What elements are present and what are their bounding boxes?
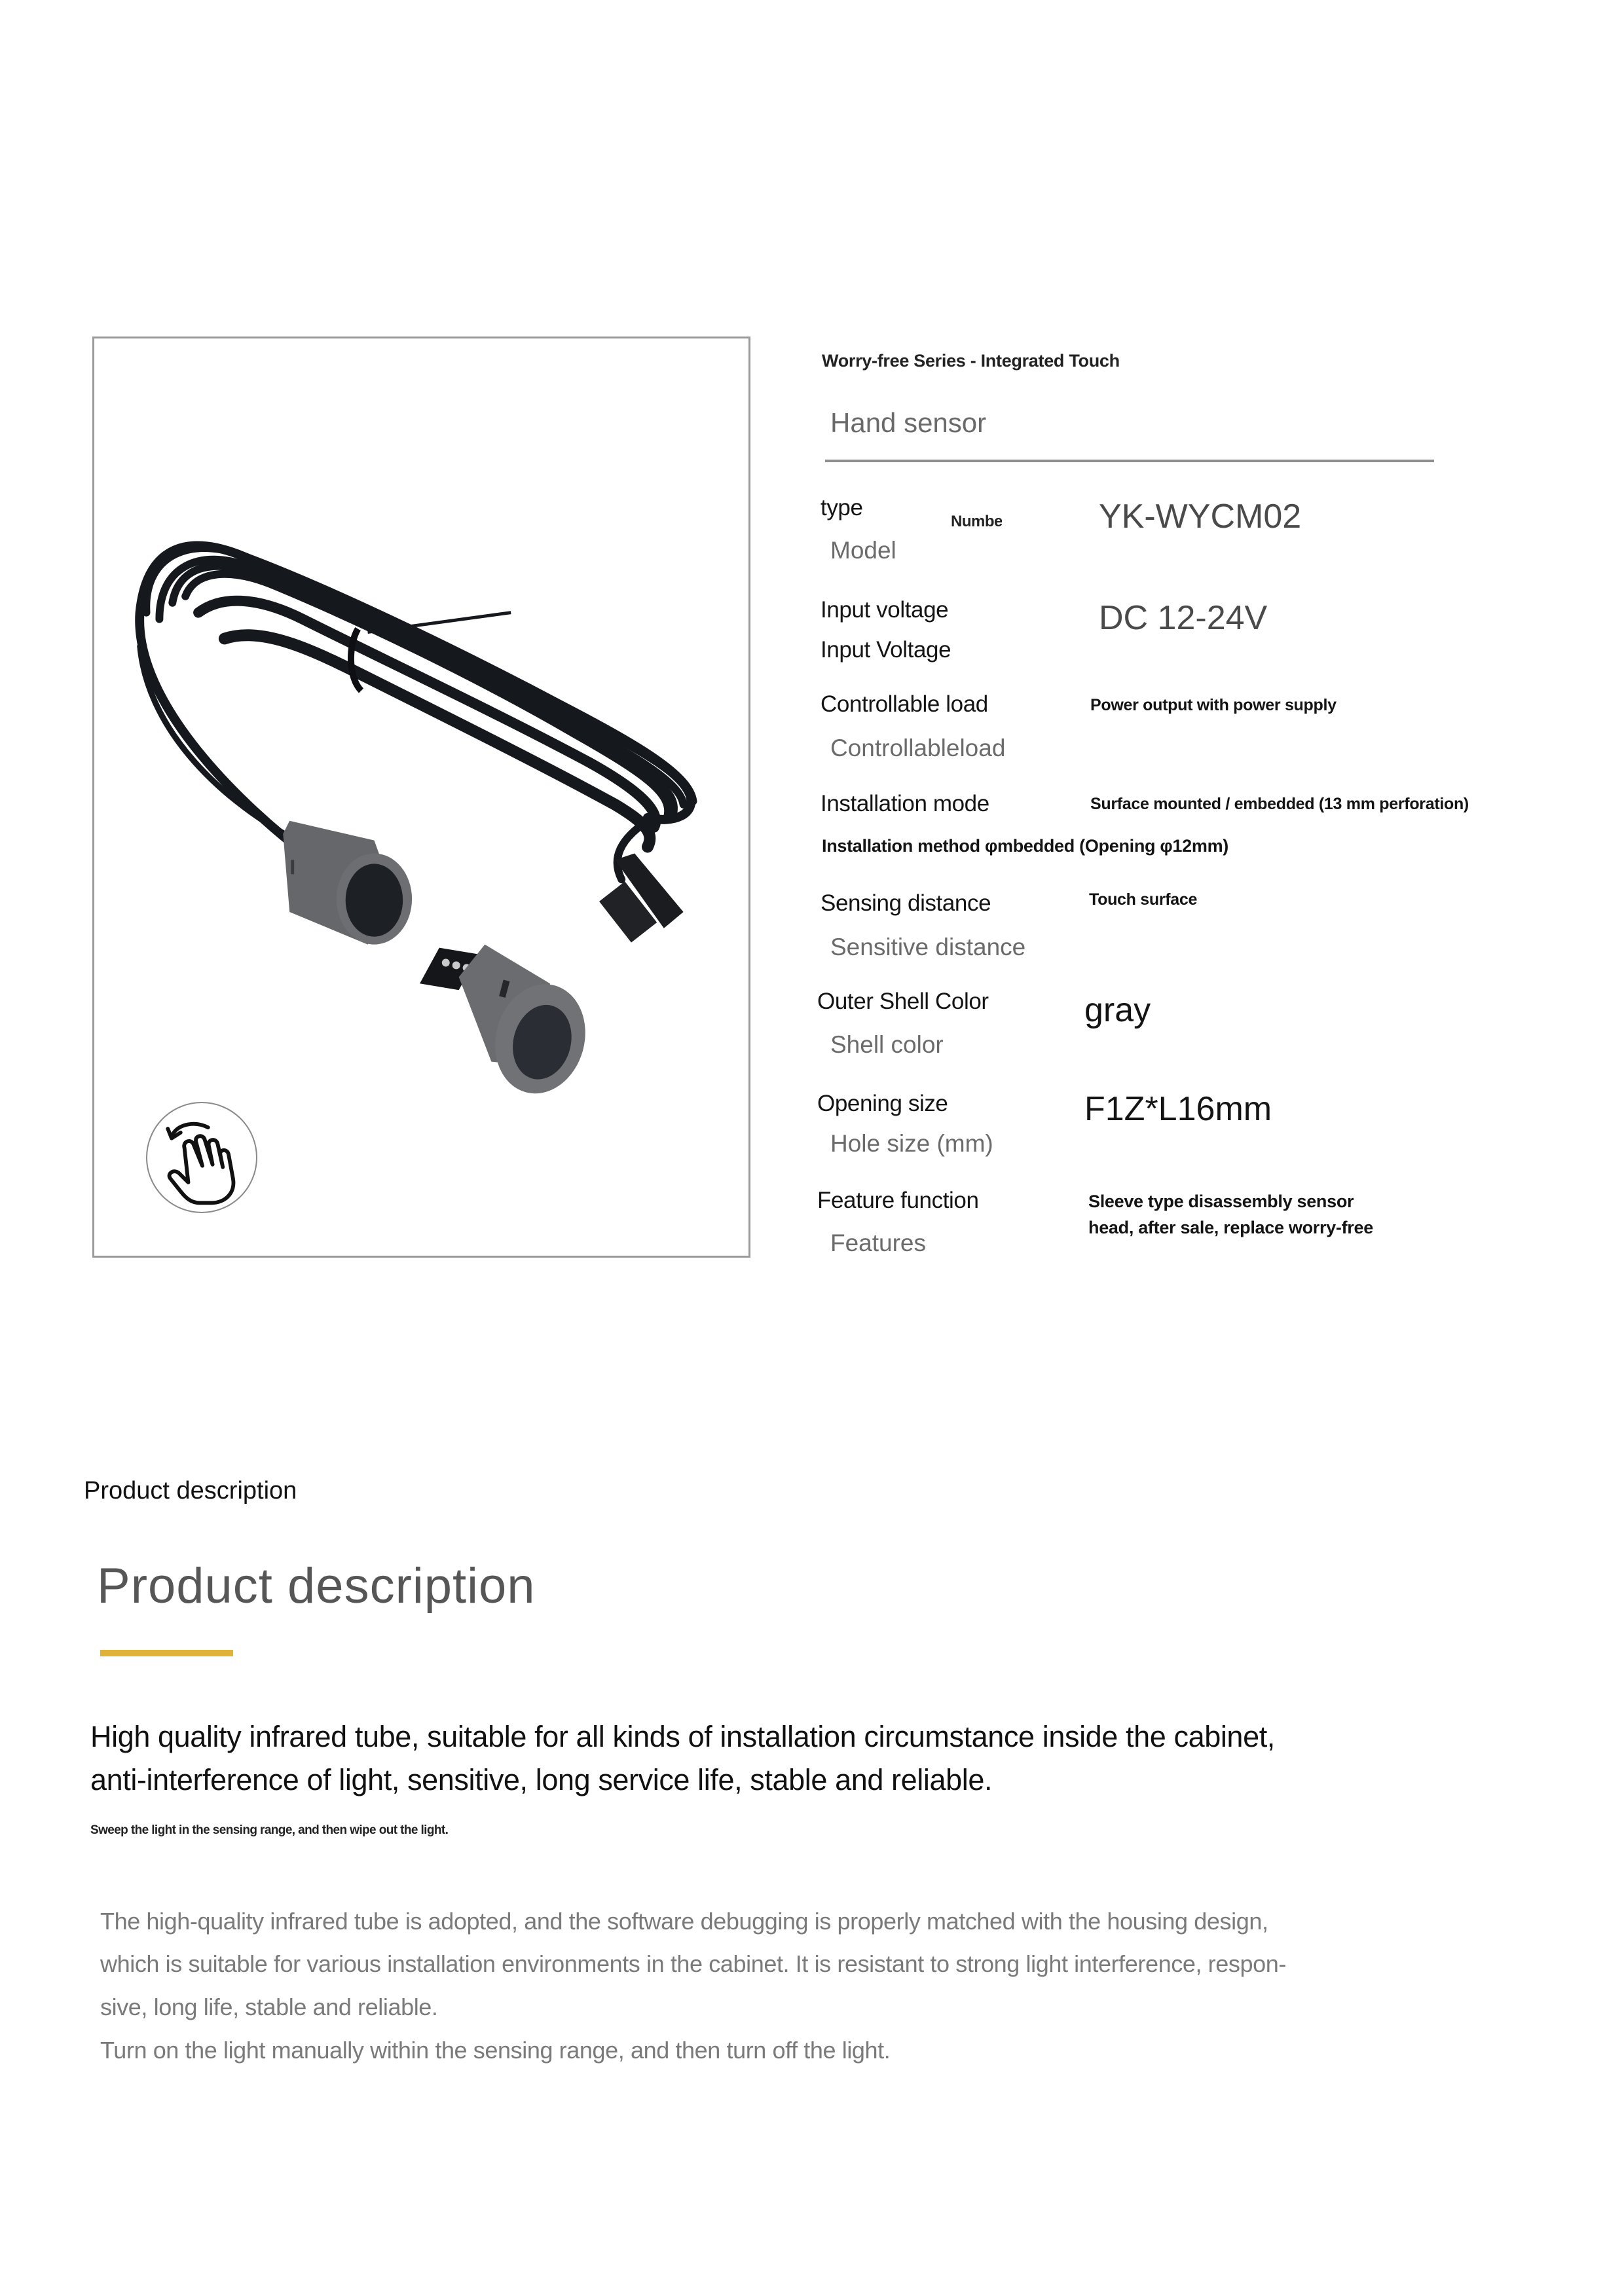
product-name: Hand sensor — [830, 407, 987, 438]
sensor-sleeve — [283, 820, 413, 945]
cable-coil — [135, 541, 697, 884]
spec-tag-number: Numbe — [951, 514, 1002, 530]
spec-value-features-line-2: head, after sale, replace worry-free — [1088, 1218, 1373, 1237]
spec-sublabel-features: Features — [830, 1230, 927, 1256]
spec-label-sensing-distance: Sensing distance — [821, 890, 991, 916]
spec-value-sensing-distance: Touch surface — [1089, 890, 1198, 909]
spec-label-controllable-load: Controllable load — [821, 691, 988, 717]
spec-label-installation-mode: Installation mode — [821, 791, 989, 816]
caption: Sweep the light in the sensing range, an… — [90, 1823, 449, 1837]
spec-label-opening-size: Opening size — [817, 1091, 948, 1116]
product-image-frame — [92, 337, 750, 1258]
spec-label-outer-shell-color: Outer Shell Color — [817, 989, 989, 1014]
spec-value-installation-mode: Surface mounted / embedded (13 mm perfor… — [1090, 795, 1469, 813]
spec-sublabel-installation-method: Installation method φmbedded (Opening φ1… — [822, 836, 1228, 856]
gesture-badge — [146, 1102, 257, 1213]
section-title: Product description — [97, 1558, 536, 1614]
connector-plug — [599, 853, 684, 943]
headline-line-1: High quality infrared tube, suitable for… — [90, 1720, 1275, 1753]
sensor-lead — [137, 645, 298, 843]
spec-value-opening-size: F1Z*L16mm — [1084, 1090, 1272, 1128]
spec-value-input-voltage: DC 12-24V — [1099, 599, 1268, 637]
body-line-3: sive, long life, stable and reliable. — [100, 1994, 438, 2020]
spec-sublabel-controllable-load: Controllableload — [830, 735, 1006, 761]
series-label: Worry-free Series - Integrated Touch — [822, 351, 1120, 371]
spec-sublabel-shell-color: Shell color — [830, 1031, 944, 1058]
title-accent-bar — [100, 1650, 233, 1656]
spec-sublabel-model: Model — [830, 537, 896, 564]
spec-label-input-voltage: Input voltage — [821, 597, 949, 623]
spec-sublabel-input-voltage: Input Voltage — [821, 637, 951, 663]
swipe-hand-icon — [166, 1121, 236, 1205]
sensor-head — [420, 944, 585, 1094]
spec-label-type: type — [821, 495, 863, 520]
body-line-4: Turn on the light manually within the se… — [100, 2037, 891, 2064]
spec-value-shell-color: gray — [1084, 991, 1151, 1029]
spec-sublabel-hole-size: Hole size (mm) — [830, 1130, 993, 1157]
section-label: Product description — [84, 1477, 297, 1504]
spec-value-controllable-load: Power output with power supply — [1090, 696, 1337, 714]
spec-sublabel-sensitive-distance: Sensitive distance — [830, 934, 1026, 960]
body-line-1: The high-quality infrared tube is adopte… — [100, 1908, 1268, 1935]
spec-value-model: YK-WYCM02 — [1099, 498, 1302, 536]
body-line-2: which is suitable for various installati… — [100, 1950, 1286, 1977]
spec-value-features-line-1: Sleeve type disassembly sensor — [1088, 1192, 1354, 1211]
header-divider — [825, 460, 1434, 462]
spec-label-feature-function: Feature function — [817, 1188, 979, 1213]
headline-line-2: anti-interference of light, sensitive, l… — [90, 1763, 993, 1796]
